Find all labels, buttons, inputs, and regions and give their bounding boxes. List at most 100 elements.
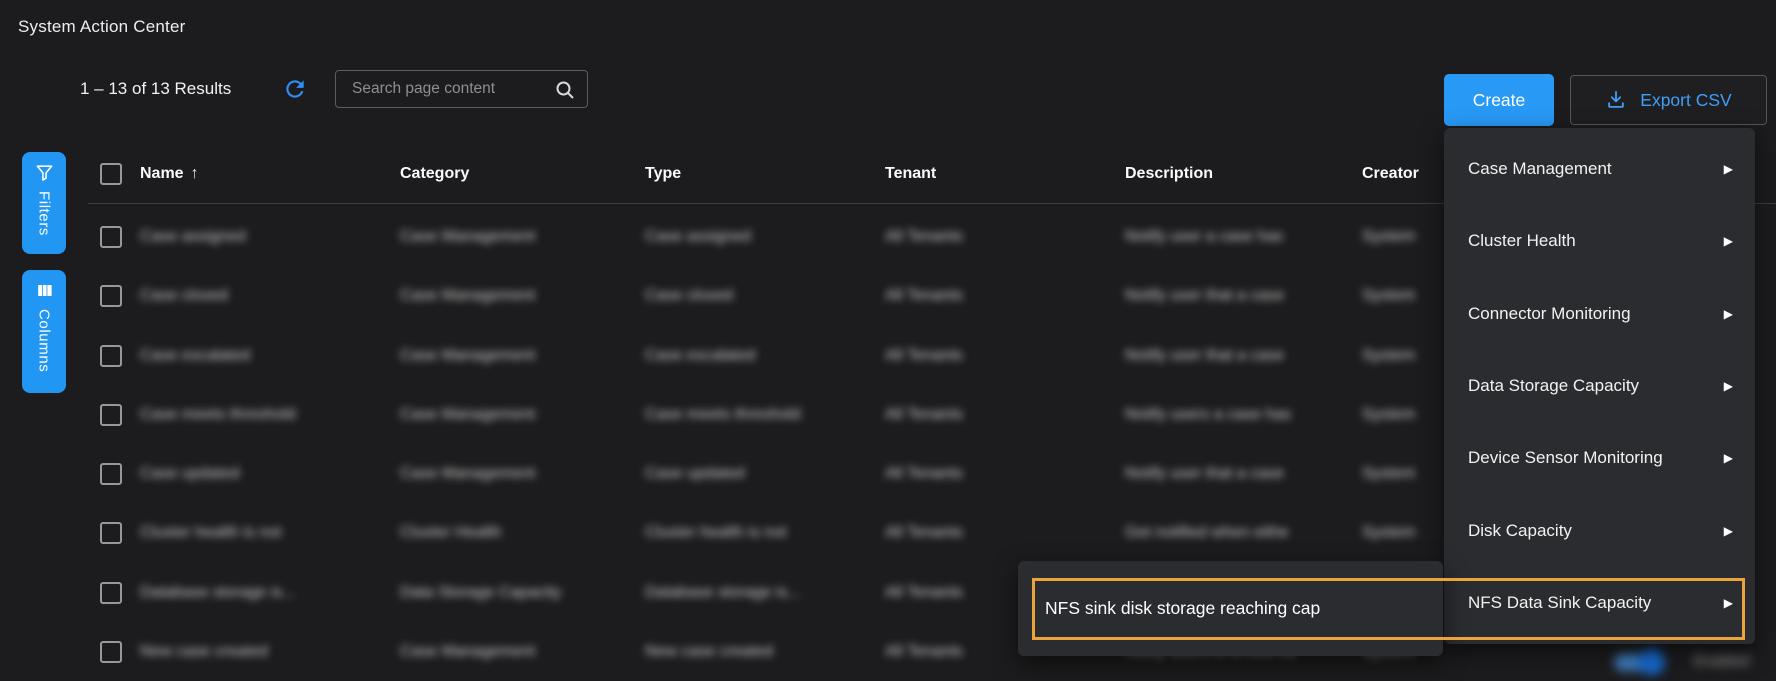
search-input[interactable] bbox=[336, 71, 587, 107]
row-cell-description: Get notified when eithe bbox=[1125, 524, 1289, 542]
row-checkbox[interactable] bbox=[100, 463, 122, 485]
row-cell-category: Case Management bbox=[400, 465, 535, 483]
menu-item-label: Case Management bbox=[1468, 159, 1612, 179]
chevron-right-icon: ▶ bbox=[1724, 307, 1733, 321]
row-cell-type: Database storage is... bbox=[645, 584, 801, 602]
chevron-right-icon: ▶ bbox=[1724, 451, 1733, 465]
chevron-right-icon: ▶ bbox=[1724, 162, 1733, 176]
row-cell-type: Case updated bbox=[645, 465, 745, 483]
row-cell-category: Case Management bbox=[400, 406, 535, 424]
search-box bbox=[335, 70, 588, 108]
row-cell-tenant: All Tenants bbox=[885, 406, 963, 424]
column-header-name-label: Name bbox=[140, 165, 184, 182]
row-cell-description: Notify user that a case bbox=[1125, 347, 1284, 365]
submenu-item-nfs-sink-disk-storage-reaching-cap[interactable]: NFS sink disk storage reaching cap bbox=[1018, 598, 1320, 619]
column-header-type[interactable]: Type bbox=[645, 165, 681, 183]
row-checkbox[interactable] bbox=[100, 404, 122, 426]
row-cell-name: Case closed bbox=[140, 287, 228, 305]
row-cell-type: Case escalated bbox=[645, 347, 755, 365]
page-title: System Action Center bbox=[18, 17, 185, 37]
row-cell-category: Data Storage Capacity bbox=[400, 584, 561, 602]
row-cell-name: Database storage is... bbox=[140, 584, 296, 602]
column-header-tenant[interactable]: Tenant bbox=[885, 165, 936, 183]
menu-item-label: Device Sensor Monitoring bbox=[1468, 448, 1663, 468]
row-cell-description: Notify users a case has bbox=[1125, 406, 1291, 424]
menu-item-label: Disk Capacity bbox=[1468, 521, 1572, 541]
menu-item-cluster-health[interactable]: Cluster Health ▶ bbox=[1444, 205, 1755, 277]
system-action-center-page: System Action Center 1 – 13 of 13 Result… bbox=[0, 0, 1776, 681]
row-cell-description: Notify user a case has bbox=[1125, 228, 1283, 246]
menu-item-data-storage-capacity[interactable]: Data Storage Capacity ▶ bbox=[1444, 350, 1755, 422]
chevron-right-icon: ▶ bbox=[1724, 234, 1733, 248]
column-header-creator[interactable]: Creator bbox=[1362, 165, 1419, 183]
menu-item-connector-monitoring[interactable]: Connector Monitoring ▶ bbox=[1444, 278, 1755, 350]
row-cell-type: Case closed bbox=[645, 287, 733, 305]
row-checkbox[interactable] bbox=[100, 285, 122, 307]
create-button[interactable]: Create bbox=[1444, 74, 1554, 126]
row-cell-creator: System bbox=[1362, 465, 1415, 483]
menu-item-label: Data Storage Capacity bbox=[1468, 376, 1639, 396]
refresh-button[interactable] bbox=[282, 76, 308, 102]
chevron-right-icon: ▶ bbox=[1724, 379, 1733, 393]
row-cell-creator: System bbox=[1362, 406, 1415, 424]
chevron-right-icon: ▶ bbox=[1724, 524, 1733, 538]
row-checkbox[interactable] bbox=[100, 522, 122, 544]
row-cell-name: Case escalated bbox=[140, 347, 250, 365]
row-cell-category: Case Management bbox=[400, 643, 535, 661]
row-cell-type: Case meets threshold bbox=[645, 406, 801, 424]
select-all-checkbox[interactable] bbox=[100, 163, 122, 185]
menu-item-label: Cluster Health bbox=[1468, 231, 1576, 251]
row-cell-category: Cluster Health bbox=[400, 524, 501, 542]
menu-item-label: Connector Monitoring bbox=[1468, 304, 1631, 324]
row-cell-description: Notify user that a case bbox=[1125, 287, 1284, 305]
row-enabled-toggle[interactable]: Enabled bbox=[1602, 645, 1776, 677]
row-cell-type: Cluster health is not bbox=[645, 524, 786, 542]
filter-funnel-icon bbox=[35, 163, 54, 182]
refresh-icon bbox=[282, 76, 308, 102]
row-cell-creator: System bbox=[1362, 287, 1415, 305]
row-cell-name: Case updated bbox=[140, 465, 240, 483]
menu-item-label: NFS Data Sink Capacity bbox=[1468, 593, 1651, 613]
row-cell-name: Case meets threshold bbox=[140, 406, 296, 424]
row-cell-tenant: All Tenants bbox=[885, 465, 963, 483]
column-header-description[interactable]: Description bbox=[1125, 165, 1213, 183]
sort-ascending-icon: ↑ bbox=[191, 165, 199, 182]
row-cell-category: Case Management bbox=[400, 347, 535, 365]
row-cell-tenant: All Tenants bbox=[885, 228, 963, 246]
menu-item-device-sensor-monitoring[interactable]: Device Sensor Monitoring ▶ bbox=[1444, 422, 1755, 494]
column-header-category[interactable]: Category bbox=[400, 165, 469, 183]
row-checkbox[interactable] bbox=[100, 345, 122, 367]
row-cell-name: Cluster health is not bbox=[140, 524, 281, 542]
row-cell-creator: System bbox=[1362, 524, 1415, 542]
column-header-name[interactable]: Name ↑ bbox=[140, 165, 199, 183]
row-cell-tenant: All Tenants bbox=[885, 287, 963, 305]
row-checkbox[interactable] bbox=[100, 641, 122, 663]
row-cell-tenant: All Tenants bbox=[885, 524, 963, 542]
row-cell-type: Case assigned bbox=[645, 228, 751, 246]
row-cell-category: Case Management bbox=[400, 228, 535, 246]
row-cell-description: Notify user that a case bbox=[1125, 465, 1284, 483]
chevron-right-icon: ▶ bbox=[1724, 596, 1733, 610]
menu-item-nfs-data-sink-capacity[interactable]: NFS Data Sink Capacity ▶ bbox=[1444, 567, 1755, 639]
export-csv-button[interactable]: Export CSV bbox=[1570, 75, 1767, 125]
row-cell-tenant: All Tenants bbox=[885, 643, 963, 661]
menu-item-case-management[interactable]: Case Management ▶ bbox=[1444, 133, 1755, 205]
row-cell-name: New case created bbox=[140, 643, 268, 661]
create-submenu: NFS sink disk storage reaching cap bbox=[1018, 561, 1443, 656]
row-cell-type: New case created bbox=[645, 643, 773, 661]
row-checkbox[interactable] bbox=[100, 226, 122, 248]
row-cell-creator: System bbox=[1362, 228, 1415, 246]
toggle-knob bbox=[1638, 648, 1665, 675]
row-checkbox[interactable] bbox=[100, 582, 122, 604]
search-icon[interactable] bbox=[553, 78, 577, 102]
toggle-label: Enabled bbox=[1694, 652, 1749, 669]
create-menu: Case Management▶Cluster Health▶Connector… bbox=[1444, 128, 1755, 644]
row-cell-creator: System bbox=[1362, 347, 1415, 365]
row-cell-tenant: All Tenants bbox=[885, 584, 963, 602]
download-icon bbox=[1605, 89, 1627, 111]
row-cell-tenant: All Tenants bbox=[885, 347, 963, 365]
menu-item-disk-capacity[interactable]: Disk Capacity ▶ bbox=[1444, 494, 1755, 566]
row-cell-category: Case Management bbox=[400, 287, 535, 305]
results-count: 1 – 13 of 13 Results bbox=[80, 79, 231, 99]
row-cell-name: Case assigned bbox=[140, 228, 246, 246]
